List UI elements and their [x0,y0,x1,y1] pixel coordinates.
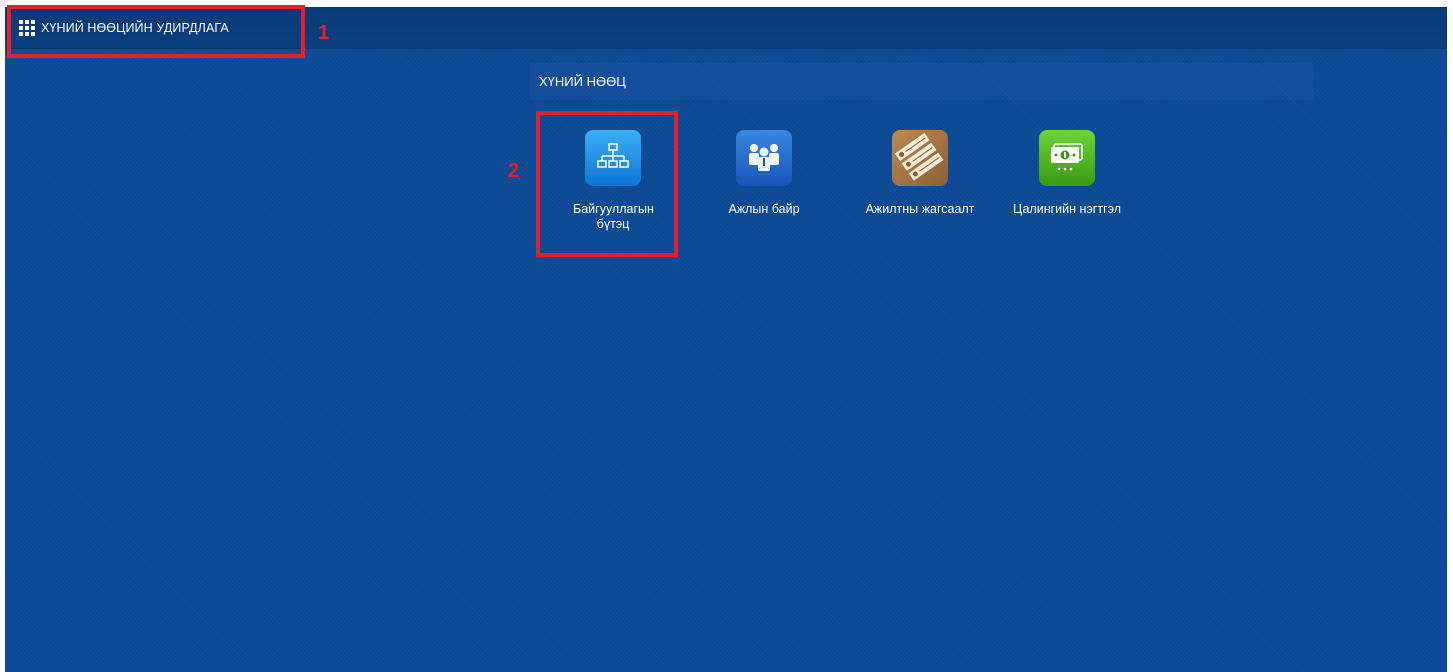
money-icon [1039,130,1095,186]
tile-label: Ажлын байр [728,202,800,216]
tile-label: Цалингийн нэгтгэл [1012,202,1122,216]
people-icon [736,130,792,186]
tile-employee-list[interactable]: Ажилтны жагсаалт [860,130,980,217]
highlight-box-1 [7,5,305,58]
document-list-icon [892,130,948,186]
section-header: ХҮНИЙ НӨӨЦ [530,63,1313,100]
app-window: ХҮНИЙ НӨӨЦИЙН УДИРДЛАГА ХҮНИЙ НӨӨЦ Байгу… [5,7,1447,672]
annotation-marker-1: 1 [318,22,330,44]
tile-payroll-summary[interactable]: Цалингийн нэгтгэл [1007,130,1127,217]
annotation-marker-2: 2 [508,160,520,182]
tile-job-positions[interactable]: Ажлын байр [704,130,824,217]
tile-label: Ажилтны жагсаалт [865,202,975,216]
section-title: ХҮНИЙ НӨӨЦ [539,74,626,89]
highlight-box-2 [536,111,678,257]
